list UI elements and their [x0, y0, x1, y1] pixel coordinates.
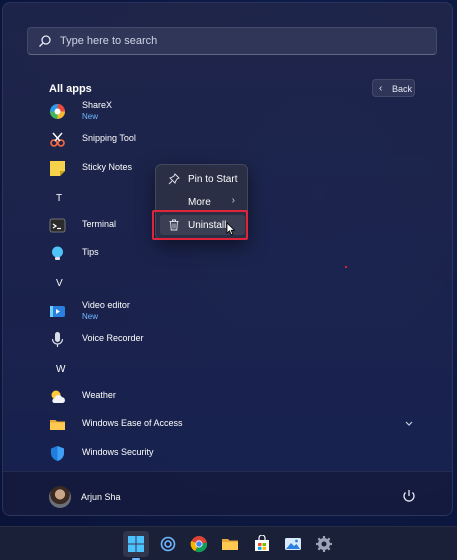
weather-icon [51, 390, 65, 403]
chevron-down-icon[interactable] [405, 421, 413, 427]
app-item-voice-recorder[interactable]: Voice Recorder [43, 325, 423, 353]
app-name: Terminal [82, 219, 117, 229]
avatar[interactable] [49, 486, 71, 508]
red-dot [345, 266, 347, 268]
file-explorer-button[interactable] [217, 531, 243, 557]
start-menu: Type here to search All apps ‹ Back Shar… [2, 2, 453, 516]
app-name: Sticky Notes [82, 162, 133, 172]
app-item-video-editor[interactable]: Video editor New [43, 297, 423, 325]
mouse-cursor-icon [226, 222, 236, 236]
app-name: Voice Recorder [82, 333, 144, 343]
photos-icon [285, 538, 301, 550]
sharex-icon [50, 104, 65, 119]
pin-icon [168, 173, 180, 185]
settings-button[interactable] [311, 531, 337, 557]
new-badge: New [82, 312, 99, 321]
back-button[interactable]: ‹ Back [372, 79, 415, 97]
app-item-tips[interactable]: Tips [43, 239, 423, 267]
app-name: Weather [82, 390, 116, 400]
video-editor-icon [50, 306, 65, 317]
new-badge: New [82, 112, 99, 121]
app-name: Windows Ease of Access [82, 418, 183, 428]
sticky-notes-icon [50, 161, 65, 176]
app-name: Snipping Tool [82, 133, 136, 143]
letter-header-w[interactable]: W [56, 364, 65, 375]
chevron-right-icon: › [231, 195, 235, 206]
search-input[interactable]: Type here to search [27, 27, 437, 55]
taskbar [0, 526, 457, 560]
app-name: Windows Security [82, 447, 154, 457]
app-item-snipping-tool[interactable]: Snipping Tool [43, 125, 423, 153]
letter-header-v[interactable]: V [56, 278, 63, 289]
widgets-icon [160, 536, 176, 552]
app-name: ShareX [82, 100, 113, 110]
chrome-icon [190, 536, 208, 553]
folder-icon [50, 420, 65, 430]
app-name: Tips [82, 247, 99, 257]
file-explorer-icon [222, 539, 238, 550]
user-name[interactable]: Arjun Sha [81, 492, 121, 502]
terminal-icon [49, 218, 66, 233]
app-item-weather[interactable]: Weather [43, 382, 423, 410]
snipping-tool-icon [50, 132, 65, 147]
chevron-left-icon: ‹ [379, 83, 383, 94]
app-item-windows-security[interactable]: Windows Security [43, 439, 423, 467]
search-icon [39, 35, 51, 47]
microsoft-store-icon [255, 535, 269, 551]
more-label: More [188, 197, 211, 208]
tips-icon [52, 246, 63, 260]
chrome-button[interactable] [186, 531, 212, 557]
letter-header-t[interactable]: T [56, 193, 62, 204]
app-name: Video editor [82, 300, 130, 310]
widgets-button[interactable] [155, 531, 181, 557]
start-button[interactable] [123, 531, 149, 557]
more-menu-item[interactable]: More › [160, 192, 245, 212]
pin-to-start-menu-item[interactable]: Pin to Start [160, 169, 245, 189]
start-icon [128, 536, 144, 552]
pin-to-start-label: Pin to Start [188, 174, 238, 185]
voice-recorder-icon [51, 332, 64, 347]
app-item-sharex[interactable]: ShareX New [43, 97, 423, 125]
all-apps-title: All apps [49, 83, 92, 95]
photos-button[interactable] [280, 531, 306, 557]
back-button-label: Back [392, 84, 413, 94]
settings-icon [316, 536, 332, 552]
search-placeholder: Type here to search [60, 35, 158, 47]
power-icon[interactable] [401, 488, 417, 504]
app-item-windows-ease-of-access[interactable]: Windows Ease of Access [43, 410, 423, 438]
microsoft-store-button[interactable] [249, 531, 275, 557]
user-footer: Arjun Sha [3, 471, 452, 515]
windows-security-icon [51, 446, 64, 461]
